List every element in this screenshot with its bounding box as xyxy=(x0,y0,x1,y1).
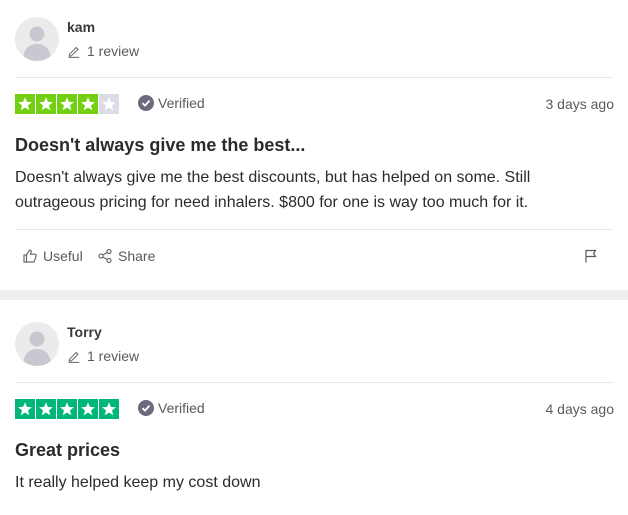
share-label: Share xyxy=(118,248,156,264)
star-icon xyxy=(102,402,116,416)
useful-label: Useful xyxy=(43,248,83,264)
star-icon xyxy=(60,402,74,416)
review-count-label: 1 review xyxy=(87,43,140,59)
review-count-label: 1 review xyxy=(87,348,140,364)
username[interactable]: Torry xyxy=(67,324,102,340)
star-5 xyxy=(99,399,119,419)
star-icon xyxy=(60,97,74,111)
review-count: 1 review xyxy=(67,348,139,364)
star-2 xyxy=(36,399,56,419)
star-4 xyxy=(78,399,98,419)
user-avatar-icon xyxy=(23,331,51,366)
divider xyxy=(15,77,613,78)
verified-label: Verified xyxy=(158,95,205,111)
review-body: Doesn't always give me the best discount… xyxy=(15,169,531,211)
review-date: 4 days ago xyxy=(545,401,615,417)
username[interactable]: kam xyxy=(67,19,95,35)
star-5 xyxy=(99,94,119,114)
verified-check-icon xyxy=(138,95,154,111)
star-icon xyxy=(39,97,53,111)
star-4 xyxy=(78,94,98,114)
thumbs-up-icon xyxy=(23,249,37,263)
report-button[interactable] xyxy=(584,249,598,268)
pencil-icon xyxy=(68,351,80,363)
review-separator xyxy=(0,290,628,300)
star-rating xyxy=(15,399,120,419)
verified-check-icon xyxy=(138,400,154,416)
star-icon xyxy=(18,97,32,111)
review-date: 3 days ago xyxy=(545,96,615,112)
avatar[interactable] xyxy=(15,322,59,366)
review-card: Torry 1 review Verified 4 days ago Great… xyxy=(0,300,628,515)
useful-button[interactable]: Useful xyxy=(22,248,83,264)
star-1 xyxy=(15,399,35,419)
review-title[interactable]: Doesn't always give me the best... xyxy=(15,135,305,156)
star-rating xyxy=(15,94,120,114)
pencil-icon xyxy=(68,46,80,58)
star-3 xyxy=(57,94,77,114)
avatar[interactable] xyxy=(15,17,59,61)
star-icon xyxy=(102,97,116,111)
verified-badge[interactable]: Verified xyxy=(138,400,205,416)
flag-icon xyxy=(585,249,597,263)
verified-label: Verified xyxy=(158,400,205,416)
share-icon xyxy=(98,248,112,264)
star-1 xyxy=(15,94,35,114)
verified-badge[interactable]: Verified xyxy=(138,95,205,111)
review-title[interactable]: Great prices xyxy=(15,440,120,461)
divider xyxy=(15,382,613,383)
review-count: 1 review xyxy=(67,43,139,59)
star-icon xyxy=(18,402,32,416)
share-button[interactable]: Share xyxy=(97,248,155,264)
star-2 xyxy=(36,94,56,114)
review-body: It really helped keep my cost down xyxy=(15,474,261,491)
review-card: kam 1 review Verified 3 days ago Doesn't… xyxy=(0,0,628,290)
star-icon xyxy=(39,402,53,416)
star-icon xyxy=(81,97,95,111)
user-avatar-icon xyxy=(23,26,51,61)
divider xyxy=(15,229,613,230)
star-icon xyxy=(81,402,95,416)
star-3 xyxy=(57,399,77,419)
